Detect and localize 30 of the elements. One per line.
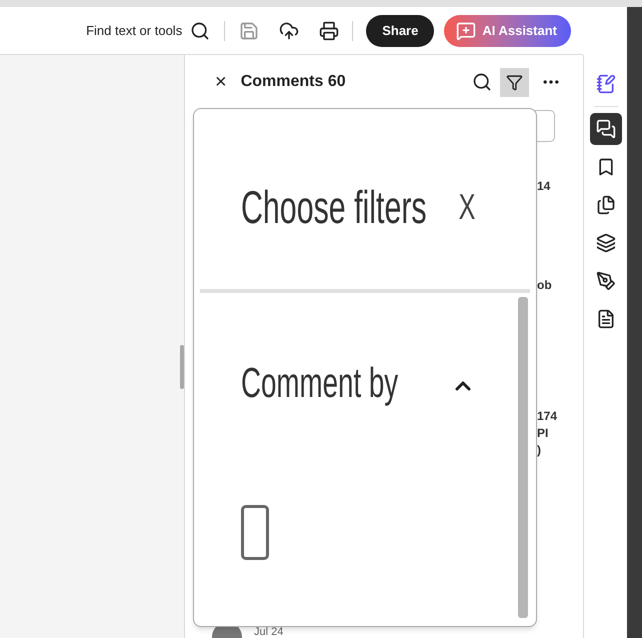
rail-button[interactable] (590, 113, 622, 145)
ai-assistant-button[interactable]: AI Assistant (444, 14, 571, 46)
comment-text: ob (537, 277, 553, 294)
upload-cloud-icon[interactable] (279, 20, 300, 40)
search-label[interactable]: Find text or tools (86, 20, 182, 40)
comment-text: ) (537, 442, 542, 459)
panel-title: Comments 60 (240, 72, 346, 92)
pen-icon (596, 271, 616, 291)
comments-icon (596, 119, 616, 139)
scrollbar[interactable] (518, 297, 528, 618)
comment-date: Jul 24 (254, 626, 284, 638)
comment-text: 14 (537, 178, 552, 195)
comment-text: PI (537, 425, 550, 442)
search-icon[interactable] (190, 20, 210, 40)
print-icon[interactable] (319, 20, 340, 40)
filter-icon (506, 74, 523, 90)
comment-text: 174 (537, 408, 558, 425)
close-button[interactable]: X (458, 180, 476, 234)
share-button[interactable]: Share (366, 14, 434, 46)
resize-handle[interactable] (180, 344, 184, 388)
document-icon (596, 309, 616, 329)
layers-icon (596, 233, 616, 253)
close-button[interactable]: × (215, 72, 227, 92)
popup-title: Choose filters (241, 180, 427, 234)
pages-icon (596, 195, 616, 215)
filter-button[interactable] (500, 68, 529, 96)
checkbox[interactable] (241, 505, 269, 560)
section-title: Comment by (241, 358, 398, 408)
save-icon[interactable] (239, 20, 260, 40)
search-icon[interactable] (472, 72, 492, 92)
